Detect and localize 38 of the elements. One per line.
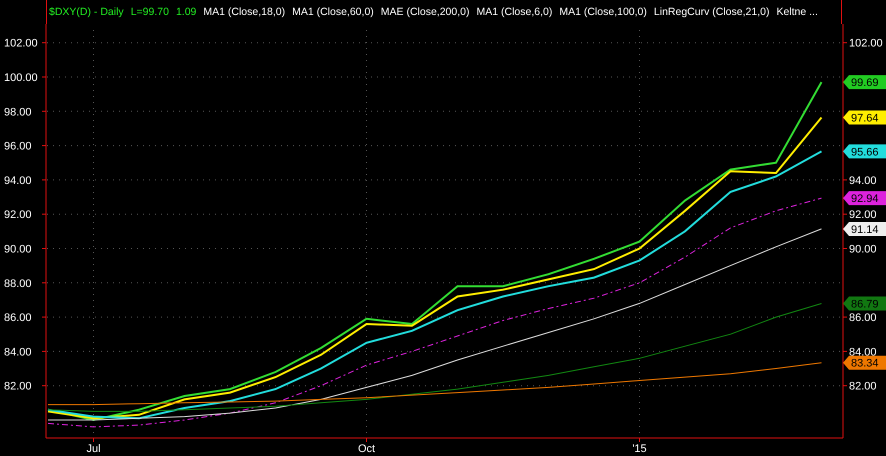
study-label: MAE (Close,200,0) xyxy=(380,6,470,18)
axis-label: 94.00 xyxy=(4,174,32,187)
price-change: 1.09 xyxy=(176,6,196,18)
axis-label: 90.00 xyxy=(849,244,877,256)
axis-label: 90.00 xyxy=(4,244,32,256)
study-label: MA1 (Close,6,0) xyxy=(476,6,552,18)
axis-label: 84.00 xyxy=(4,346,32,358)
study-label: LinRegCurv (Close,21,0) xyxy=(654,6,770,18)
price-tag: 92.94 xyxy=(843,191,886,206)
price-tag: 91.14 xyxy=(843,222,886,236)
symbol-label: $DXY(D) - Daily xyxy=(49,6,124,18)
axis-label: 86.00 xyxy=(849,312,877,324)
axis-label: 86.00 xyxy=(4,312,32,324)
axis-label: '15 xyxy=(632,443,647,455)
price-tag: 83.34 xyxy=(843,356,886,370)
axis-label: 102.00 xyxy=(849,38,883,50)
last-price: L=99.70 xyxy=(130,6,169,18)
axis-label: Jul xyxy=(86,443,101,455)
axis-label: 82.00 xyxy=(849,380,877,393)
study-label: MA1 (Close,18,0) xyxy=(203,6,286,18)
study-label: MA1 (Close,100,0) xyxy=(559,6,647,18)
axis-label: 92.00 xyxy=(849,209,877,222)
axis-label: 94.00 xyxy=(849,174,877,187)
axis-label: 82.00 xyxy=(4,380,32,393)
axis-label: 96.00 xyxy=(4,140,32,153)
axis-label: 102.00 xyxy=(4,38,38,50)
study-label: MA1 (Close,60,0) xyxy=(292,6,374,18)
axis-label: 84.00 xyxy=(849,346,877,358)
price-tag: 99.69 xyxy=(843,75,886,90)
axis-label: 98.00 xyxy=(4,106,32,118)
price-tag: 97.64 xyxy=(843,110,886,124)
price-tag: 86.79 xyxy=(843,296,886,311)
study-label: Keltne ... xyxy=(776,6,818,18)
axis-label: 100.00 xyxy=(4,72,38,84)
price-tag: 95.66 xyxy=(843,144,886,158)
axis-label: Oct xyxy=(358,443,376,455)
axis-label: 88.00 xyxy=(4,278,32,290)
axis-label: 92.00 xyxy=(4,209,32,222)
